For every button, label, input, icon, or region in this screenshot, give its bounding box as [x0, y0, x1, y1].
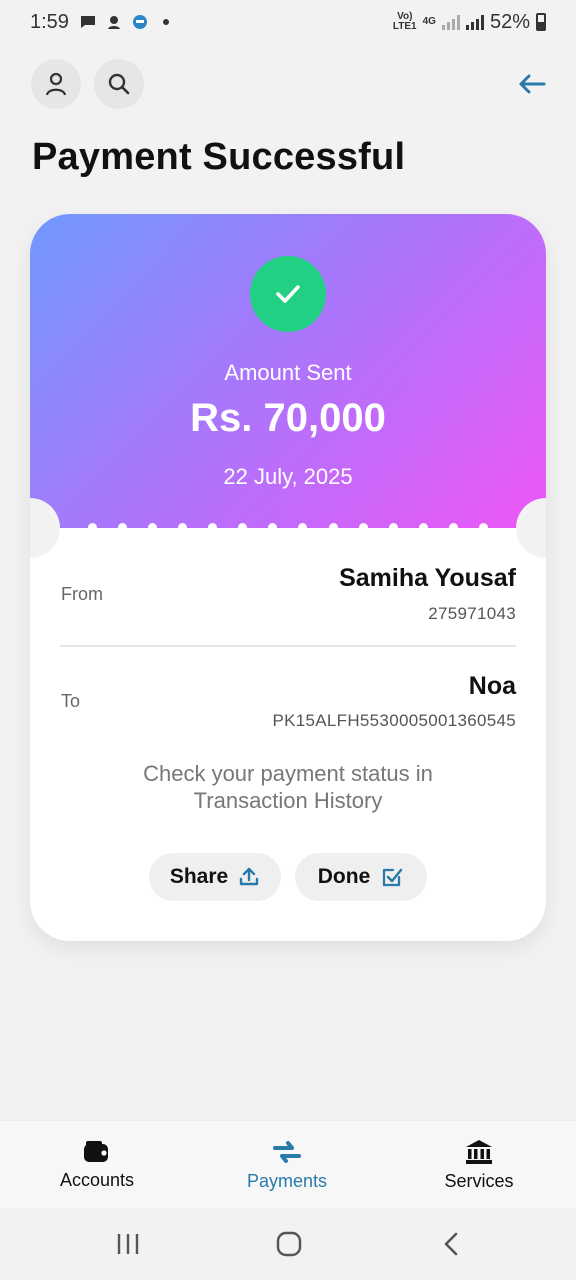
success-check	[250, 256, 326, 332]
chat-app-icon	[132, 15, 147, 29]
chevron-left-icon	[444, 1232, 458, 1256]
divider	[60, 645, 516, 647]
nav-accounts-label: Accounts	[59, 1169, 135, 1190]
home-button[interactable]	[272, 1228, 306, 1260]
checkmark-icon	[276, 285, 300, 303]
nav-services-label: Services	[444, 1170, 514, 1191]
done-button[interactable]: Done	[295, 853, 427, 901]
perforation-dots	[88, 523, 488, 533]
wallet-icon	[84, 1140, 108, 1162]
status-time: 1:59	[30, 10, 69, 33]
nav-services[interactable]: Services	[404, 1121, 554, 1209]
battery-icon	[536, 13, 546, 31]
nav-payments-label: Payments	[246, 1170, 328, 1191]
back-arrow-icon	[519, 74, 546, 94]
transfer-icon	[273, 1140, 301, 1163]
signal-icon-2	[465, 14, 484, 30]
sender-account: 275971043	[428, 604, 516, 623]
recipient-account: PK15ALFH5530005001360545	[272, 711, 516, 730]
signal-icon	[441, 14, 460, 30]
page-title: Payment Successful	[32, 136, 406, 178]
share-button[interactable]: Share	[149, 853, 281, 901]
recent-apps-button[interactable]	[112, 1228, 144, 1260]
app-notification-icon	[107, 16, 120, 29]
share-upload-icon	[239, 867, 259, 886]
receipt-header: Amount Sent Rs. 70,000 22 July, 2025	[30, 214, 546, 528]
system-nav-bar	[0, 1208, 576, 1280]
user-icon	[45, 72, 67, 96]
more-notifications-dot-icon	[162, 19, 169, 25]
network-type: 4G	[422, 16, 436, 27]
profile-button[interactable]	[31, 59, 81, 109]
home-icon	[276, 1231, 302, 1257]
status-note: Check your payment status in Transaction…	[143, 761, 433, 813]
recent-apps-icon	[117, 1234, 139, 1254]
bank-icon	[466, 1139, 492, 1164]
sender-name: Samiha Yousaf	[339, 564, 516, 592]
transaction-date: 22 July, 2025	[223, 464, 353, 489]
search-button[interactable]	[94, 59, 144, 109]
recipient-name: Noa	[468, 672, 516, 700]
to-label: To	[61, 691, 81, 711]
share-label: Share	[169, 865, 229, 888]
volte-indicator: Vo) LTE1	[392, 11, 417, 32]
bottom-nav: Accounts Payments Services	[0, 1120, 576, 1208]
done-label: Done	[317, 865, 371, 888]
search-icon	[108, 73, 130, 95]
receipt-card: Amount Sent Rs. 70,000 22 July, 2025 Fro…	[30, 214, 546, 941]
nav-accounts[interactable]: Accounts	[22, 1121, 172, 1209]
done-checkbox-icon	[383, 868, 403, 887]
nav-payments[interactable]: Payments	[212, 1121, 362, 1209]
back-button[interactable]	[512, 64, 552, 104]
status-bar: 1:59 Vo) LTE1 4G 52%	[0, 0, 576, 44]
message-icon	[80, 16, 95, 28]
amount-label: Amount Sent	[224, 360, 352, 385]
amount-value: Rs. 70,000	[190, 396, 386, 440]
system-back-button[interactable]	[436, 1228, 466, 1260]
from-label: From	[61, 584, 103, 604]
battery-percent: 52%	[489, 10, 530, 33]
